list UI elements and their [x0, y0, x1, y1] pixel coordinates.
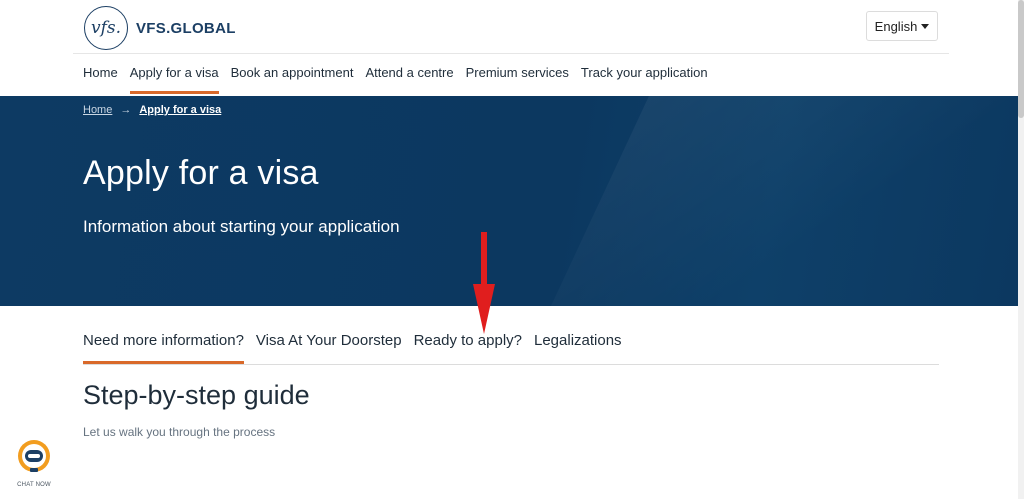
chat-now-widget[interactable]: CHAT NOW [14, 438, 54, 492]
tabs-divider [83, 364, 939, 365]
logo-mark: vfs. [84, 6, 128, 50]
logo-text: VFS.GLOBAL [136, 19, 236, 37]
nav-item-attend-a-centre[interactable]: Attend a centre [365, 64, 453, 92]
chat-bot-icon [18, 440, 50, 472]
language-label: English [874, 18, 918, 34]
site-header: vfs. VFS.GLOBAL English Home Apply for a… [0, 0, 1024, 96]
main-nav: Home Apply for a visa Book an appointmen… [83, 64, 708, 94]
page-title: Apply for a visa [83, 154, 319, 192]
tab-legalizations[interactable]: Legalizations [534, 332, 622, 362]
tab-ready-to-apply[interactable]: Ready to apply? [414, 332, 522, 362]
content-tabs: Need more information? Visa At Your Door… [83, 332, 622, 364]
nav-item-home[interactable]: Home [83, 64, 118, 92]
red-arrow-down-icon [473, 232, 495, 334]
tab-need-more-information[interactable]: Need more information? [83, 332, 244, 364]
tab-visa-at-your-doorstep[interactable]: Visa At Your Doorstep [256, 332, 402, 362]
caret-down-icon [921, 23, 930, 29]
hero-banner: Home → Apply for a visa Apply for a visa… [0, 96, 1018, 306]
header-divider [73, 53, 949, 54]
hero-decoration [551, 96, 1018, 306]
chat-now-label: CHAT NOW [17, 482, 51, 488]
page-scrollbar[interactable] [1018, 0, 1024, 499]
breadcrumb-apply-for-a-visa[interactable]: Apply for a visa [139, 104, 221, 116]
nav-item-apply-for-a-visa[interactable]: Apply for a visa [129, 64, 219, 94]
vfs-logo[interactable]: vfs. VFS.GLOBAL [84, 6, 236, 50]
nav-item-book-an-appointment[interactable]: Book an appointment [231, 64, 354, 92]
scrollbar-thumb[interactable] [1018, 0, 1024, 118]
nav-item-premium-services[interactable]: Premium services [466, 64, 569, 92]
section-title: Step-by-step guide [83, 380, 310, 410]
breadcrumb: Home → Apply for a visa [83, 104, 221, 116]
language-dropdown[interactable]: English [866, 11, 938, 41]
arrow-right-icon: → [120, 104, 132, 116]
breadcrumb-home[interactable]: Home [83, 104, 112, 116]
section-subtitle: Let us walk you through the process [83, 425, 276, 439]
page-subtitle: Information about starting your applicat… [83, 217, 400, 236]
nav-item-track-your-application[interactable]: Track your application [581, 64, 708, 92]
